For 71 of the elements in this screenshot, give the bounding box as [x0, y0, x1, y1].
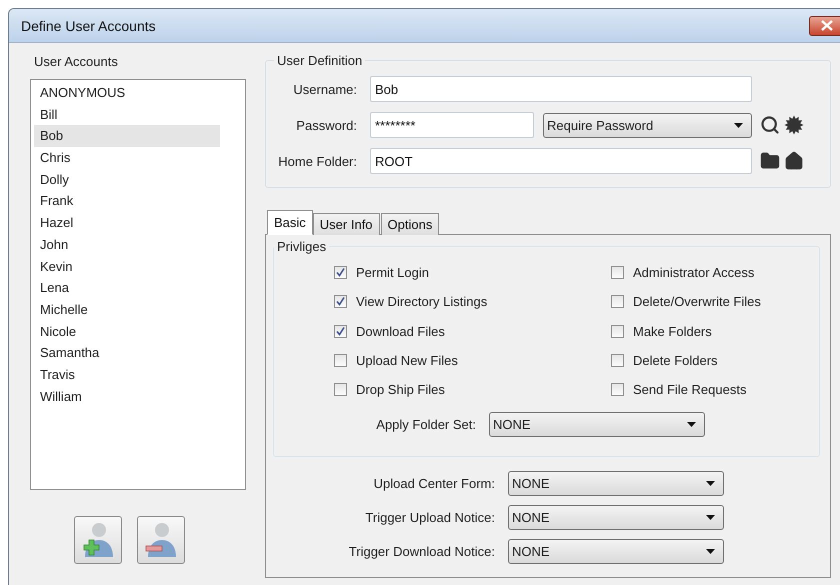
- user-list-item[interactable]: Bob: [34, 125, 220, 148]
- checkbox-label: Delete/Overwrite Files: [633, 294, 761, 310]
- username-field[interactable]: Bob: [370, 76, 752, 102]
- checkbox-label: Send File Requests: [633, 382, 746, 398]
- field-label: Trigger Upload Notice:: [364, 510, 496, 525]
- checkbox[interactable]: [611, 266, 624, 280]
- user-list-item[interactable]: Kevin: [34, 256, 220, 278]
- checkbox[interactable]: [611, 383, 624, 396]
- dropdown[interactable]: NONE: [508, 470, 724, 496]
- user-list-item[interactable]: Hazel: [34, 212, 220, 234]
- group-legend: User Definition: [274, 53, 366, 68]
- tab[interactable]: User Info: [312, 213, 380, 235]
- caret-icon: [706, 480, 715, 486]
- user-list-item[interactable]: Chris: [34, 147, 220, 169]
- checkbox[interactable]: [334, 383, 347, 396]
- group-legend: Privliges: [274, 239, 330, 254]
- tab[interactable]: Options: [380, 213, 440, 235]
- user-list-item[interactable]: Frank: [34, 190, 220, 212]
- checkbox-label: View Directory Listings: [356, 294, 488, 310]
- field-label: Trigger Download Notice:: [348, 544, 496, 559]
- field-label: Username:: [292, 82, 358, 96]
- tab[interactable]: Basic: [267, 210, 313, 235]
- remove-user-icon: [143, 521, 179, 559]
- checkbox-label: Permit Login: [356, 265, 429, 280]
- dropdown[interactable]: NONE: [508, 504, 724, 530]
- checkbox[interactable]: [611, 354, 624, 368]
- user-list-item[interactable]: Lena: [34, 277, 220, 299]
- dropdown[interactable]: Require Password: [543, 112, 752, 138]
- close-icon: [821, 20, 833, 31]
- user-list-item[interactable]: William: [34, 386, 220, 408]
- checkbox-label: Delete Folders: [633, 353, 718, 368]
- add-user-button[interactable]: [74, 516, 122, 564]
- checkbox[interactable]: [334, 324, 347, 338]
- user-list-item[interactable]: Dolly: [34, 168, 220, 190]
- checkbox[interactable]: [611, 324, 624, 338]
- checkbox[interactable]: [334, 266, 347, 280]
- list-caption: User Accounts: [33, 53, 119, 71]
- caret-icon: [734, 122, 743, 128]
- user-list-item[interactable]: Samantha: [34, 342, 220, 364]
- checkbox[interactable]: [611, 295, 624, 308]
- dropdown[interactable]: NONE: [489, 412, 705, 437]
- window-title: Define User Accounts: [21, 18, 156, 34]
- caret-icon: [706, 548, 715, 554]
- caret-icon: [687, 422, 696, 427]
- field-label: Apply Folder Set:: [375, 416, 477, 432]
- checkbox[interactable]: [334, 295, 347, 308]
- checkbox-label: Drop Ship Files: [356, 382, 445, 398]
- remove-user-button[interactable]: [137, 516, 185, 564]
- user-list-item[interactable]: John: [34, 234, 220, 256]
- field-label: Upload Center Form:: [372, 476, 496, 491]
- checkbox-label: Make Folders: [633, 324, 712, 339]
- checkbox-label: Administrator Access: [633, 265, 754, 280]
- dropdown[interactable]: NONE: [508, 538, 724, 564]
- checkbox-label: Download Files: [356, 324, 445, 339]
- caret-icon: [706, 514, 715, 520]
- user-list-item[interactable]: Bill: [34, 104, 220, 126]
- field-label: Home Folder:: [277, 154, 358, 168]
- user-list-item[interactable]: Travis: [34, 364, 220, 386]
- burst-icon[interactable]: [784, 115, 804, 135]
- folder-icon[interactable]: [760, 151, 780, 171]
- field-label: Password:: [295, 118, 358, 132]
- home-folder-field[interactable]: ROOT: [370, 148, 752, 174]
- checkbox[interactable]: [334, 354, 347, 368]
- checkbox-label: Upload New Files: [356, 353, 458, 368]
- user-list-item[interactable]: Nicole: [34, 320, 220, 342]
- close-button[interactable]: [809, 16, 840, 36]
- password-field[interactable]: ********: [370, 112, 534, 138]
- user-list-item[interactable]: Michelle: [34, 298, 220, 321]
- home-icon[interactable]: [784, 151, 804, 171]
- user-list-item[interactable]: ANONYMOUS: [34, 82, 220, 104]
- search-icon[interactable]: [760, 115, 780, 135]
